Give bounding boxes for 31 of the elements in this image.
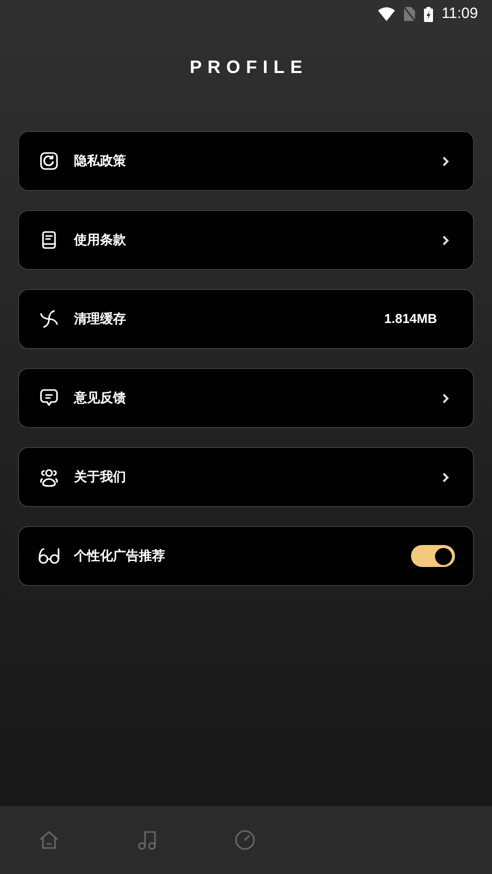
chevron-right-icon [442, 472, 449, 482]
users-icon [38, 467, 60, 487]
row-label: 个性化广告推荐 [74, 547, 166, 566]
settings-row[interactable]: 隐私政策 [18, 131, 474, 191]
refresh-icon [39, 151, 59, 171]
page-title: PROFILE [188, 56, 308, 79]
row-label: 使用条款 [74, 231, 127, 250]
settings-row[interactable]: 意见反馈 [18, 368, 474, 428]
row-label: 关于我们 [74, 468, 127, 486]
settings-row[interactable]: 个性化广告推荐 [18, 526, 474, 586]
status-time: 11:09 [442, 4, 478, 24]
glasses-icon [38, 547, 60, 565]
swirl-icon [38, 308, 60, 330]
chevron-right-icon [442, 392, 449, 404]
settings-row[interactable]: 清理缓存 1.814MB [18, 289, 474, 349]
message-icon [39, 388, 59, 408]
wifi-icon [378, 7, 395, 21]
battery-icon [424, 6, 433, 22]
no-sim-icon [404, 7, 415, 21]
music-icon [135, 828, 159, 852]
settings-row[interactable]: 关于我们 [18, 447, 474, 507]
settings-row[interactable]: 使用条款 [18, 210, 474, 270]
chevron-right-icon [442, 156, 449, 166]
cache-size: 1.814MB [384, 310, 437, 328]
row-label: 意见反馈 [74, 389, 127, 408]
row-label: 清理缓存 [74, 310, 127, 328]
chevron-right-icon [442, 234, 449, 246]
row-label: 隐私政策 [74, 152, 127, 170]
toggle-switch[interactable] [411, 545, 455, 567]
gauge-icon [233, 828, 257, 852]
book-icon [39, 230, 59, 250]
